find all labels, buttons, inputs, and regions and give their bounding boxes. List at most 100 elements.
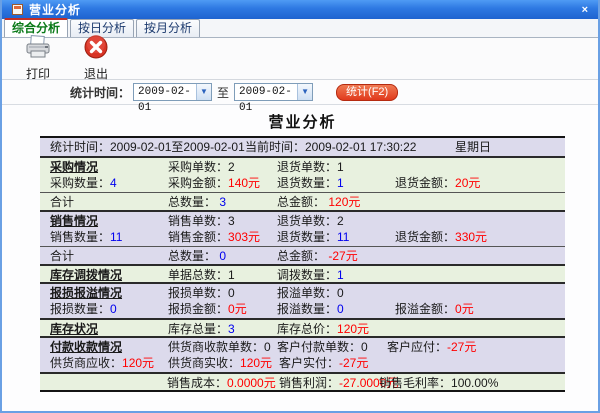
cell-label: 退货单数： xyxy=(277,214,337,228)
table-cell: 销售数量：11 xyxy=(50,228,122,246)
print-label: 打印 xyxy=(26,65,50,82)
cell-value: -27元 xyxy=(328,249,357,263)
cell-label: 客户实付： xyxy=(279,356,339,370)
cell-label: 调拨数量： xyxy=(277,268,337,282)
window-icon xyxy=(12,4,23,15)
cell-label: 销售金额： xyxy=(168,230,228,244)
table-cell: 销售毛利率：100.00% xyxy=(379,374,498,392)
cell-label: 销售利润： xyxy=(279,376,339,390)
table-cell: 总数量： 0 xyxy=(168,247,226,265)
close-icon[interactable]: × xyxy=(578,3,592,17)
cell-label: 采购情况 xyxy=(50,160,98,174)
table-cell: 销售成本：0.0000元 xyxy=(167,374,276,392)
table-row: 付款收款情况供货商收款单数：0客户付款单数：0客户应付：-27元 xyxy=(40,336,565,354)
title-bar: 营业分析 × xyxy=(2,0,598,19)
cell-label: 1 xyxy=(337,160,344,174)
cell-label: 当前时间：2009-02-01 17:30:22 xyxy=(245,140,416,154)
app-window: 营业分析 × 综合分析 按日分析 按月分析 打印 xyxy=(0,0,600,413)
cell-value: 120元 xyxy=(328,195,360,209)
cell-value: 0 xyxy=(110,302,117,316)
cell-label: 供货商收款单数： xyxy=(168,340,264,354)
table-cell: 报损数量：0 xyxy=(50,300,117,318)
table-cell: 星期日 xyxy=(455,138,491,156)
cell-label: 合计 xyxy=(50,249,74,263)
cell-value: 120元 xyxy=(122,356,154,370)
table-cell: 退货金额：330元 xyxy=(395,228,487,246)
cell-label: 供货商应收： xyxy=(50,356,122,370)
table-row: 报损数量：0报损金额：0元报溢数量：0报溢金额：0元 xyxy=(40,300,565,318)
date-from-value: 2009-02-01 xyxy=(134,84,196,100)
cell-label: 1 xyxy=(228,268,235,282)
cell-label: 客户付款单数： xyxy=(277,340,361,354)
cell-label: 库存总价： xyxy=(277,322,337,336)
cell-label: 总数量： xyxy=(168,249,219,263)
cell-label: 退货金额： xyxy=(395,230,455,244)
cell-label: 退货数量： xyxy=(277,230,337,244)
cell-label: 销售成本： xyxy=(167,376,227,390)
table-cell: 统计时间：2009-02-01至2009-02-01 xyxy=(50,138,245,156)
printer-icon xyxy=(24,35,52,64)
table-row: 合计 总数量： 0 总金额： -27元 xyxy=(40,246,565,264)
cell-value: 120元 xyxy=(240,356,272,370)
cell-label: 采购金额： xyxy=(168,176,228,190)
cell-label: 100.00% xyxy=(451,376,498,390)
cell-label: 库存总量： xyxy=(168,322,228,336)
cell-label: 采购单数： xyxy=(168,160,228,174)
cell-label: 退货金额： xyxy=(395,176,455,190)
cell-label: 总金额： xyxy=(277,195,328,209)
cell-label: 报溢单数： xyxy=(277,286,337,300)
table-row: 统计时间：2009-02-01至2009-02-01当前时间：2009-02-0… xyxy=(40,138,565,156)
table-cell: 报溢金额：0元 xyxy=(395,300,474,318)
table-cell: 供货商实收：120元 xyxy=(168,354,272,372)
exit-icon xyxy=(83,35,109,64)
cell-value: 140元 xyxy=(228,176,260,190)
cell-label: 星期日 xyxy=(455,140,491,154)
table-row: 报损报溢情况报损单数：0报溢单数：0 xyxy=(40,282,565,300)
print-button[interactable]: 打印 xyxy=(12,35,64,82)
table-cell: 供货商应收：120元 xyxy=(50,354,154,372)
table-row: 销售数量：11 销售金额：303元 退货数量： 11 退货金额：330元 xyxy=(40,228,565,246)
cell-label: 0 xyxy=(228,286,235,300)
cell-value: 0元 xyxy=(455,302,474,316)
cell-value: 1 xyxy=(337,268,344,282)
table-row: 供货商应收：120元供货商实收：120元客户实付：-27元 xyxy=(40,354,565,372)
table-row: 采购情况采购单数：2退货单数：1 xyxy=(40,156,565,174)
chevron-down-icon[interactable]: ▼ xyxy=(196,84,211,100)
cell-label: 报损报溢情况 xyxy=(50,286,122,300)
cell-value: 0 xyxy=(219,249,226,263)
cell-value: 303元 xyxy=(228,230,260,244)
table-row: 采购数量：4采购金额：140元退货数量：1退货金额：20元 xyxy=(40,174,565,192)
exit-button[interactable]: 退出 xyxy=(70,35,122,82)
report-title: 营业分析 xyxy=(40,111,565,132)
stat-button[interactable]: 统计(F2) xyxy=(336,84,398,101)
date-to-value: 2009-02-01 xyxy=(235,84,297,100)
exit-label: 退出 xyxy=(84,65,108,82)
table-cell: 合计 xyxy=(50,193,74,211)
cell-label: 单据总数： xyxy=(168,268,228,282)
tab-monthly[interactable]: 按月分析 xyxy=(136,19,200,37)
cell-label: 报损金额： xyxy=(168,302,228,316)
cell-value: 120元 xyxy=(337,322,369,336)
cell-value: 20元 xyxy=(455,176,480,190)
cell-label: 统计时间：2009-02-01至2009-02-01 xyxy=(50,140,245,154)
date-to-select[interactable]: 2009-02-01 ▼ xyxy=(234,83,313,101)
cell-label: 退货单数： xyxy=(277,160,337,174)
cell-label: 库存调拨情况 xyxy=(50,268,122,282)
cell-label: 库存状况 xyxy=(50,322,98,336)
cell-label: 总金额： xyxy=(277,249,328,263)
cell-value: -27元 xyxy=(339,356,368,370)
cell-value: 330元 xyxy=(455,230,487,244)
table-cell: 总金额： 120元 xyxy=(277,193,360,211)
cell-label: 采购数量： xyxy=(50,176,110,190)
date-from-select[interactable]: 2009-02-01 ▼ xyxy=(133,83,212,101)
cell-label: 报溢数量： xyxy=(277,302,337,316)
cell-value: 11 xyxy=(110,230,122,244)
cell-value: 1 xyxy=(337,176,344,190)
cell-label: 销售数量： xyxy=(50,230,110,244)
cell-label: 销售单数： xyxy=(168,214,228,228)
chevron-down-icon[interactable]: ▼ xyxy=(297,84,312,100)
toolbar: 打印 退出 xyxy=(2,38,598,80)
cell-label: 0 xyxy=(337,286,344,300)
table-cell: 报损金额：0元 xyxy=(168,300,247,318)
cell-value: 3 xyxy=(228,322,235,336)
